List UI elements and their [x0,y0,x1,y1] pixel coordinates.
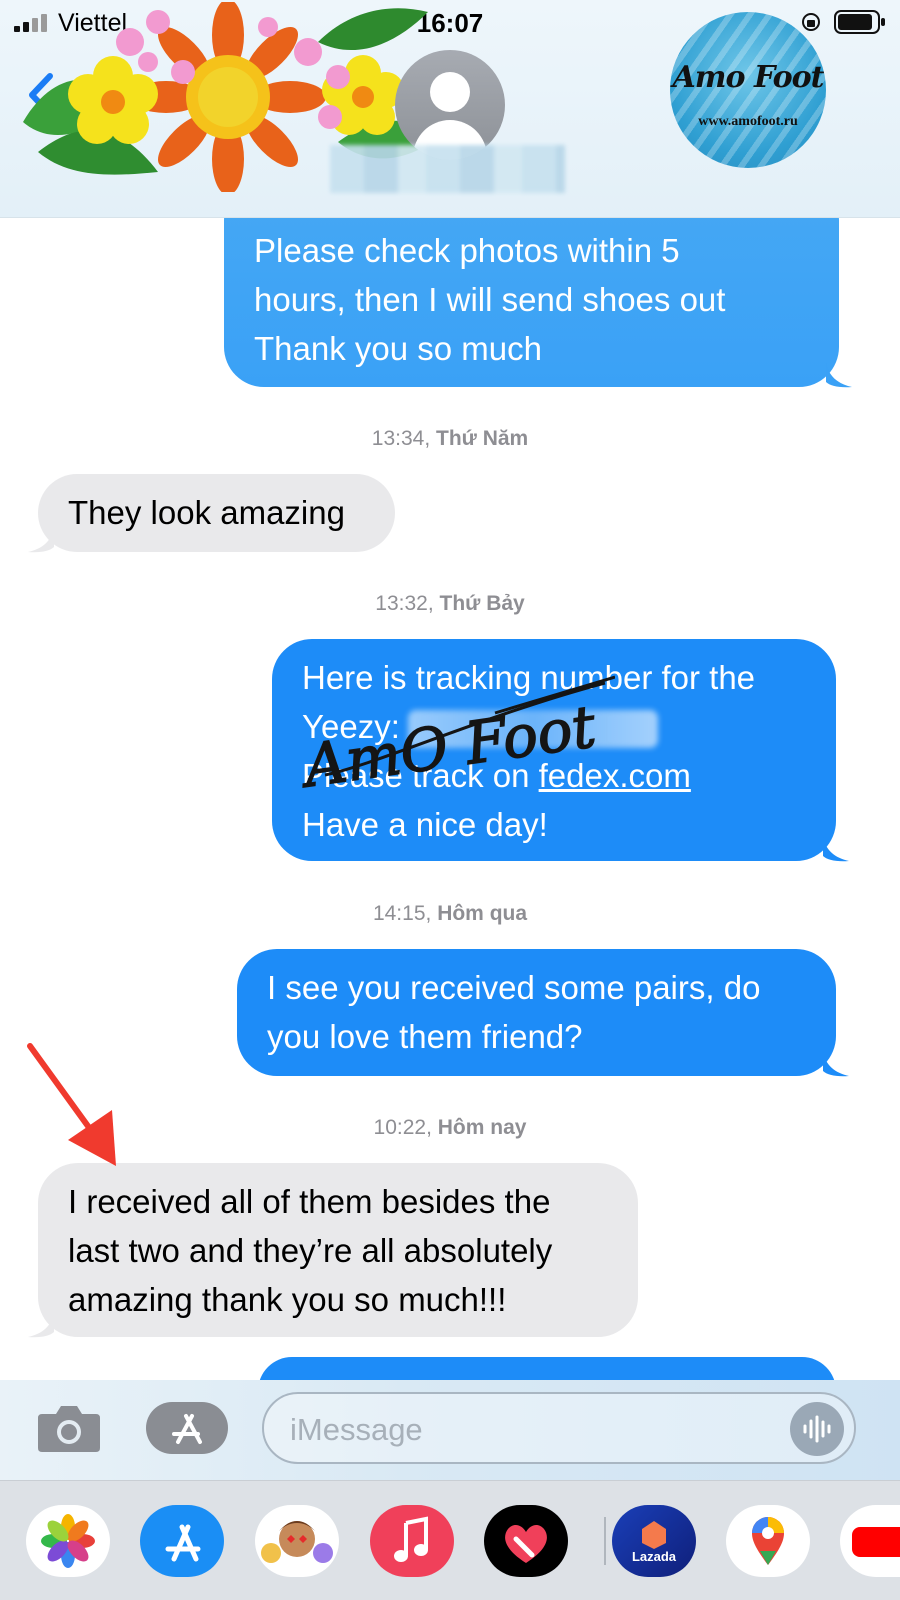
message-line: I see you received some pairs, do [267,969,761,1006]
redacted-tracking-number [407,710,658,749]
contact-avatar[interactable] [395,50,505,160]
message-line: Yeezy: [302,702,806,751]
redacted-contact-name[interactable] [330,145,565,193]
photos-app-icon[interactable] [26,1505,110,1577]
outgoing-message[interactable]: Here is tracking number for the Yeezy: P… [272,639,836,861]
youtube-app-icon[interactable] [840,1505,900,1577]
outgoing-message[interactable]: I see you received some pairs, do you lo… [237,949,836,1076]
bubble-tail [823,836,849,862]
digital-touch-app-icon[interactable] [484,1505,568,1577]
message-line: Please check photos within 5 [254,232,680,269]
message-line: I received all of them besides the [68,1183,551,1220]
message-line: Here is tracking number for the [302,659,756,696]
waveform-icon [803,1415,831,1443]
timestamp: 13:32, Thứ Bảy [375,592,525,615]
music-app-icon[interactable] [370,1505,454,1577]
timestamp: 13:34, Thứ Năm [371,427,529,450]
message-line: Thank you so much [254,330,542,367]
message-line: you love them friend? [267,1018,583,1055]
amofoot-logo: Amo Foot www.amofoot.ru [670,12,826,168]
message-line: Have a nice day! [302,806,548,843]
message-line: They look amazing [68,494,345,531]
app-store-app-icon[interactable] [140,1505,224,1577]
imessage-app-drawer: Lazada [0,1480,900,1600]
bubble-tail [28,527,54,553]
lazada-label: Lazada [631,1549,677,1564]
message-line: Please track on fedex.com [302,757,691,794]
camera-icon[interactable] [36,1402,102,1454]
incoming-message[interactable]: I received all of them besides the last … [38,1163,638,1337]
lazada-app-icon[interactable]: Lazada [612,1505,696,1577]
conversation-header: Viettel 16:07 Amo Foot www.amofoot.ru [0,0,900,218]
logo-title: Amo Foot [672,60,824,95]
red-annotation-arrow-icon [27,1043,116,1166]
fedex-link[interactable]: fedex.com [539,757,691,794]
timestamp: 14:15, Hôm qua [372,902,528,925]
imessage-input[interactable]: iMessage [262,1392,856,1464]
drawer-divider [604,1517,606,1565]
bubble-tail [823,1051,849,1077]
app-store-icon [172,1414,202,1444]
bubble-tail [28,1312,54,1338]
memoji-app-icon[interactable] [255,1505,339,1577]
message-line: amazing thank you so much!!! [68,1281,507,1318]
battery-icon [834,10,885,34]
composer-bar: iMessage [0,1380,900,1480]
voice-message-button[interactable] [790,1402,844,1456]
google-maps-app-icon[interactable] [726,1505,810,1577]
imessage-placeholder: iMessage [290,1412,423,1447]
message-line: hours, then I will send shoes out [254,281,726,318]
person-silhouette-icon [430,72,470,112]
bubble-tail [826,362,852,388]
logo-url: www.amofoot.ru [698,114,798,129]
app-store-apps-button[interactable] [146,1402,228,1454]
timestamp: 10:22, Hôm nay [373,1116,527,1139]
incoming-message[interactable]: They look amazing [38,474,395,552]
message-line: last two and they’re all absolutely [68,1232,553,1269]
